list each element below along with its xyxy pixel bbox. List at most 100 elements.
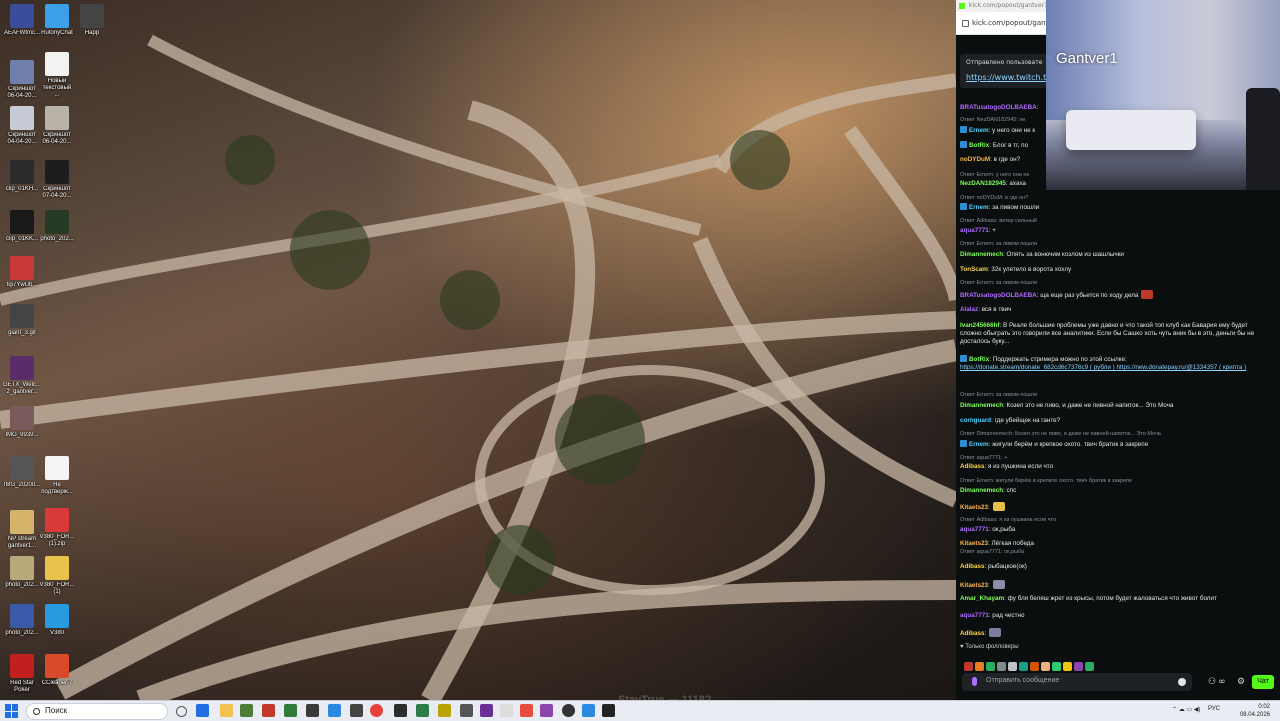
app-icon[interactable] xyxy=(500,704,513,717)
chat-username[interactable]: noDYDuM xyxy=(960,156,990,163)
chat-username[interactable]: Ernem xyxy=(969,204,989,211)
address-url[interactable]: kick.com/popout/gantv xyxy=(972,19,1052,27)
emote-icon[interactable] xyxy=(964,662,973,671)
desktop-icon[interactable]: GETX_Welc... 2_gantver... xyxy=(0,356,44,396)
chat-username[interactable]: Alalaz xyxy=(960,306,978,313)
app-icon[interactable] xyxy=(582,704,595,717)
app-icon[interactable] xyxy=(284,704,297,717)
chat-username[interactable]: Adibass xyxy=(960,563,985,570)
chat-username[interactable]: Kitaets23 xyxy=(960,582,988,589)
edge-browser-icon[interactable] xyxy=(328,704,341,717)
chat-username[interactable]: cornguard xyxy=(960,417,991,424)
chat-username[interactable]: Dimannemech xyxy=(960,402,1003,409)
emote-icon[interactable] xyxy=(1085,662,1094,671)
chat-reply-context[interactable]: Ответ Adibass: ветер сильный xyxy=(960,218,1037,224)
emote-icon[interactable] xyxy=(1030,662,1039,671)
windows-start-icon[interactable] xyxy=(5,704,19,718)
chat-username[interactable]: Kitaets23 xyxy=(960,504,988,511)
chat-username[interactable]: Dimannemech xyxy=(960,251,1003,258)
emote-icon[interactable] xyxy=(1052,662,1061,671)
desktop-icon[interactable]: Скриншот 06-04-20... xyxy=(35,106,79,146)
desktop-icon[interactable]: V380_FOR... (1) xyxy=(35,556,79,596)
chat-reply-context[interactable]: Ответ Ernem: за пивом пошли xyxy=(960,392,1037,398)
desktop-icon[interactable]: V380 xyxy=(35,604,79,637)
infinity-icon[interactable]: ∞ xyxy=(1218,677,1226,687)
emote-icon[interactable] xyxy=(1019,662,1028,671)
chat-reply-context[interactable]: Ответ Ernem: за пивом пошли xyxy=(960,280,1037,286)
microphone-icon[interactable] xyxy=(972,677,977,686)
chat-reply-context[interactable]: Ответ noDYDuM: в где он? xyxy=(960,195,1028,201)
chat-input[interactable]: Отправить сообщение xyxy=(962,673,1192,691)
emote-icon[interactable] xyxy=(1008,662,1017,671)
desktop-icon[interactable]: photo_202... xyxy=(35,210,79,243)
emote-icon[interactable] xyxy=(1063,662,1072,671)
app-icon[interactable] xyxy=(416,704,429,717)
app-icon[interactable] xyxy=(540,704,553,717)
chat-username[interactable]: BotRix xyxy=(969,142,989,149)
chat-reply-context[interactable]: Ответ Ernem: у него они не xyxy=(960,172,1029,178)
emote-icon[interactable] xyxy=(997,662,1006,671)
app-icon[interactable] xyxy=(240,704,253,717)
chat-username[interactable]: BRATusatogoDOLBAEBA xyxy=(960,104,1037,111)
chat-username[interactable]: Kitaets23 xyxy=(960,540,988,547)
edge-icon[interactable] xyxy=(196,704,209,717)
users-icon[interactable]: ⚇ xyxy=(1208,677,1216,687)
desktop-icon[interactable]: V380_FOR... (1).zip xyxy=(35,508,79,548)
app-icon[interactable] xyxy=(562,704,575,717)
clock[interactable]: 0:02 08.04.2026 xyxy=(1240,703,1270,719)
desktop-icon[interactable]: IMG_9939... xyxy=(0,406,44,439)
emoji-picker-icon[interactable] xyxy=(1178,678,1186,686)
send-chat-button[interactable]: Чат xyxy=(1252,675,1274,689)
chat-reply-context[interactable]: Ответ Ernem: жигули берём и крепкое охот… xyxy=(960,478,1132,484)
file-explorer-icon[interactable] xyxy=(220,704,233,717)
chat-username[interactable]: Dimannemech xyxy=(960,487,1003,494)
chat-username[interactable]: TonScam xyxy=(960,266,988,273)
app-icon[interactable] xyxy=(460,704,473,717)
yandex-icon[interactable] xyxy=(520,704,533,717)
app-icon[interactable] xyxy=(306,704,319,717)
chat-username[interactable]: Ernem xyxy=(969,127,989,134)
chat-input-placeholder[interactable]: Отправить сообщение xyxy=(986,677,1059,684)
emote-icon[interactable] xyxy=(1041,662,1050,671)
app-icon[interactable] xyxy=(438,704,451,717)
cortana-icon[interactable] xyxy=(176,706,187,717)
desktop-icon[interactable]: fqi7YwUb... xyxy=(0,256,44,289)
chat-username[interactable]: Adibass xyxy=(960,463,985,470)
chat-username[interactable]: Ivan245666hf xyxy=(960,322,1000,329)
app-icon[interactable] xyxy=(480,704,493,717)
donation-links[interactable]: https://donate.stream/donate_682cd6c7376… xyxy=(960,364,1260,372)
chat-reply-context[interactable]: Ответ NezDAN182945: не xyxy=(960,117,1025,123)
chat-username[interactable]: NezDAN182945 xyxy=(960,180,1006,187)
desktop-icon[interactable]: Новый текстовый ... xyxy=(35,52,79,99)
chrome-icon[interactable] xyxy=(370,704,383,717)
chat-username[interactable]: Ernem xyxy=(969,441,989,448)
chat-username[interactable]: aqua7771 xyxy=(960,526,989,533)
chat-reply-context[interactable]: Ответ aqua7771: ок,рыба xyxy=(960,549,1024,555)
emote-icon[interactable] xyxy=(1074,662,1083,671)
taskbar-search[interactable]: Поиск xyxy=(26,703,168,720)
desktop-icon[interactable]: CCleaner 7 xyxy=(35,654,79,687)
chat-username[interactable]: Adibass xyxy=(960,630,985,637)
emote-icon[interactable] xyxy=(975,662,984,671)
chat-username[interactable]: BotRix xyxy=(969,356,989,363)
language-indicator[interactable]: РУС xyxy=(1208,706,1220,712)
chat-username[interactable]: BRATusatogoDOLBAEBA xyxy=(960,292,1037,299)
chat-username[interactable]: aqua7771 xyxy=(960,612,989,619)
chat-reply-context[interactable]: Ответ aqua7771: + xyxy=(960,455,1007,461)
desktop-icon[interactable]: Скриншот 07-04-20... xyxy=(35,160,79,200)
desktop-icon[interactable]: Не подтверж... xyxy=(35,456,79,496)
chat-reply-context[interactable]: Ответ Adibass: я из пушкина если что xyxy=(960,517,1056,523)
emote-bar[interactable] xyxy=(964,656,1096,671)
app-icon[interactable] xyxy=(602,704,615,717)
emote-icon[interactable] xyxy=(986,662,995,671)
chat-reply-context[interactable]: Ответ Ernem: за пивом пошли xyxy=(960,241,1037,247)
settings-gear-icon[interactable]: ⚙ xyxy=(1237,677,1245,687)
chat-reply-context[interactable]: Ответ Dimannemech: Козел это не пиво, и … xyxy=(960,431,1161,437)
chat-username[interactable]: Amar_Khayam xyxy=(960,595,1004,602)
app-icon[interactable] xyxy=(394,704,407,717)
app-icon[interactable] xyxy=(350,704,363,717)
desktop-icon[interactable]: Happ xyxy=(70,4,114,37)
chat-username[interactable]: aqua7771 xyxy=(960,227,989,234)
app-64-icon[interactable] xyxy=(262,704,275,717)
desktop-icon[interactable]: giant_3.gif xyxy=(0,304,44,337)
